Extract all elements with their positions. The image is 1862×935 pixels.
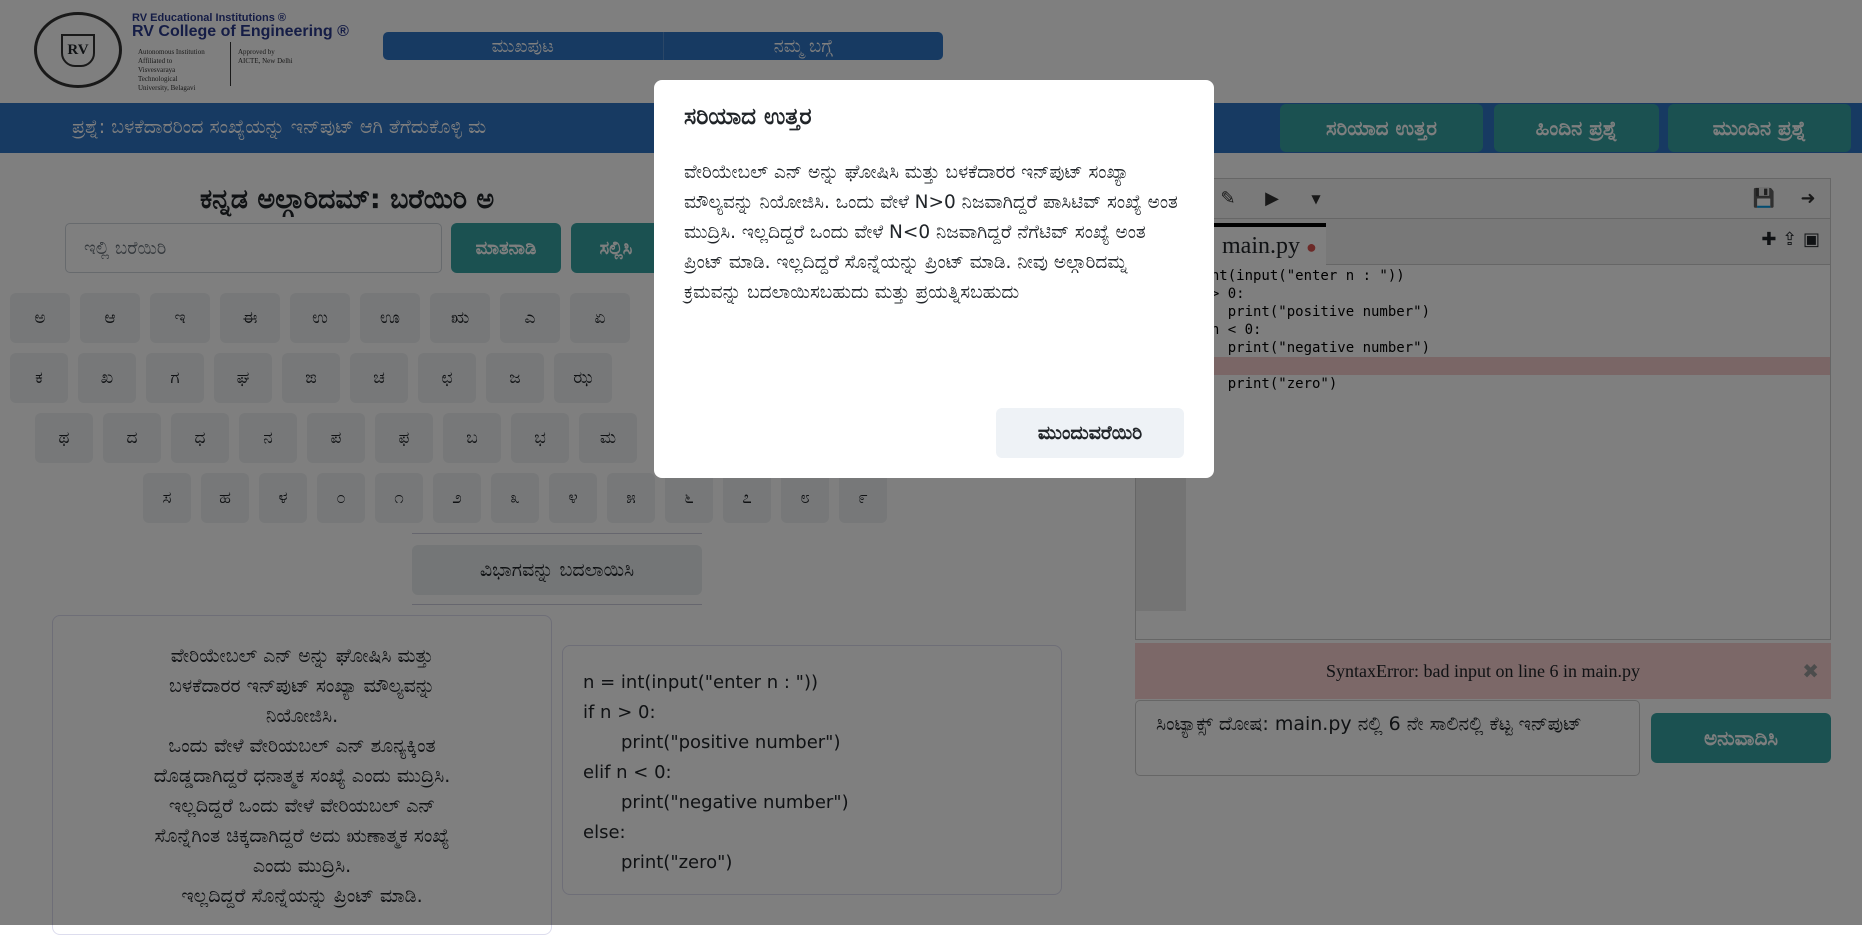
correct-answer-modal: ಸರಿಯಾದ ಉತ್ತರ ವೇರಿಯೇಬಲ್ ಎನ್ ಅನ್ನು ಘೋಷಿಸಿ … — [654, 80, 1214, 478]
modal-title: ಸರಿಯಾದ ಉತ್ತರ — [684, 104, 812, 130]
continue-button[interactable]: ಮುಂದುವರೆಯಿರಿ — [996, 408, 1184, 458]
modal-body: ವೇರಿಯೇಬಲ್ ಎನ್ ಅನ್ನು ಘೋಷಿಸಿ ಮತ್ತು ಬಳಕೆದಾರ… — [684, 162, 1178, 303]
